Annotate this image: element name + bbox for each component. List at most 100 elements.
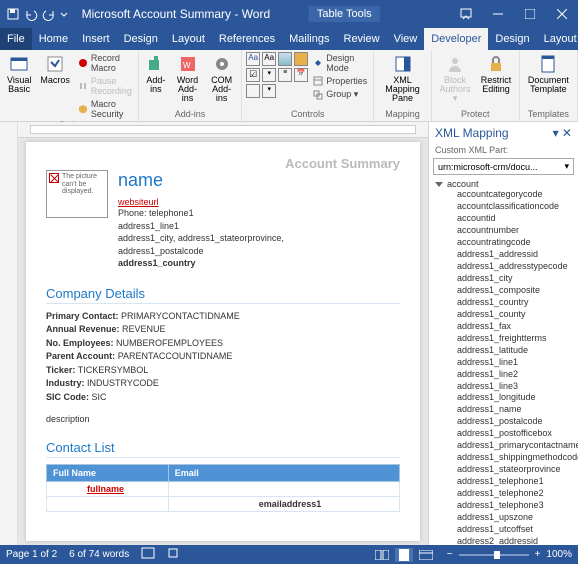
- group-button[interactable]: Group ▾: [311, 88, 369, 101]
- word-addins-button[interactable]: WWord Add-ins: [172, 52, 203, 105]
- tab-insert[interactable]: Insert: [75, 28, 117, 50]
- website-field[interactable]: websiteurl: [118, 197, 400, 207]
- tree-item[interactable]: address1_latitude: [435, 345, 578, 357]
- address-country[interactable]: address1_country: [118, 257, 400, 270]
- detail-row[interactable]: SIC Code: SIC: [46, 391, 400, 405]
- document-page[interactable]: Account Summary The picture can't be dis…: [26, 142, 420, 541]
- pane-dropdown-icon[interactable]: ▾ ✕: [553, 126, 572, 140]
- tree-item[interactable]: accountclassificationcode: [435, 201, 578, 213]
- detail-row[interactable]: Parent Account: PARENTACCOUNTIDNAME: [46, 350, 400, 364]
- tree-item[interactable]: address1_name: [435, 404, 578, 416]
- tab-table-layout[interactable]: Layout: [537, 28, 578, 50]
- tree-item[interactable]: address1_county: [435, 309, 578, 321]
- zoom-slider[interactable]: [459, 554, 529, 556]
- tree-item[interactable]: accountid: [435, 213, 578, 225]
- tree-item[interactable]: accountcategorycode: [435, 189, 578, 201]
- tree-item[interactable]: address1_country: [435, 297, 578, 309]
- control-richtext-icon[interactable]: Aa: [246, 52, 260, 66]
- restrict-editing-button[interactable]: Restrict Editing: [477, 52, 515, 105]
- tab-file[interactable]: File: [0, 28, 32, 50]
- control-checkbox-icon[interactable]: ☑: [246, 68, 260, 82]
- tree-item[interactable]: address2_addressid: [435, 536, 578, 545]
- page-indicator[interactable]: Page 1 of 2: [6, 549, 57, 560]
- xml-part-select[interactable]: urn:microsoft-crm/docu...▾: [433, 158, 574, 175]
- tab-mailings[interactable]: Mailings: [282, 28, 336, 50]
- record-macro-button[interactable]: Record Macro: [76, 52, 134, 74]
- tree-root[interactable]: account: [435, 179, 578, 189]
- fullname-cell[interactable]: fullname: [47, 482, 169, 497]
- detail-row[interactable]: Primary Contact: PRIMARYCONTACTIDNAME: [46, 310, 400, 324]
- print-layout-icon[interactable]: [395, 548, 413, 562]
- tab-home[interactable]: Home: [32, 28, 75, 50]
- tab-design[interactable]: Design: [117, 28, 165, 50]
- tree-item[interactable]: address1_city: [435, 273, 578, 285]
- minimize-icon[interactable]: [482, 0, 514, 28]
- description-field[interactable]: description: [46, 414, 400, 424]
- close-icon[interactable]: [546, 0, 578, 28]
- ribbon-options-icon[interactable]: [450, 0, 482, 28]
- empty-cell[interactable]: [168, 482, 399, 497]
- address-line2[interactable]: address1_city, address1_stateorprovince,: [118, 232, 400, 245]
- block-authors-button[interactable]: Block Authors ▾: [436, 52, 474, 105]
- tree-item[interactable]: address1_postofficebox: [435, 428, 578, 440]
- tab-layout[interactable]: Layout: [165, 28, 212, 50]
- email-cell[interactable]: emailaddress1: [168, 497, 399, 512]
- control-buildingblock-icon[interactable]: [294, 52, 308, 66]
- address-line3[interactable]: address1_postalcode: [118, 245, 400, 258]
- detail-row[interactable]: Ticker: TICKERSYMBOL: [46, 364, 400, 378]
- tree-item[interactable]: address1_addresstypecode: [435, 261, 578, 273]
- control-legacy-icon[interactable]: ▾: [262, 84, 276, 98]
- tree-item[interactable]: address1_telephone3: [435, 500, 578, 512]
- web-layout-icon[interactable]: [417, 548, 435, 562]
- detail-row[interactable]: No. Employees: NUMBEROFEMPLOYEES: [46, 337, 400, 351]
- document-template-button[interactable]: Document Template: [524, 52, 573, 96]
- xml-mapping-pane-button[interactable]: XML Mapping Pane: [378, 52, 427, 105]
- macro-security-button[interactable]: Macro Security: [76, 98, 134, 120]
- pause-recording-button[interactable]: Pause Recording: [76, 75, 134, 97]
- tree-item[interactable]: address1_freightterms: [435, 333, 578, 345]
- tab-table-design[interactable]: Design: [488, 28, 536, 50]
- tree-item[interactable]: address1_line2: [435, 369, 578, 381]
- visual-basic-button[interactable]: Visual Basic: [4, 52, 34, 120]
- save-icon[interactable]: [6, 7, 20, 21]
- maximize-icon[interactable]: [514, 0, 546, 28]
- macros-button[interactable]: Macros: [37, 52, 73, 120]
- tree-item[interactable]: accountratingcode: [435, 237, 578, 249]
- tab-view[interactable]: View: [387, 28, 425, 50]
- contact-table[interactable]: Full NameEmail fullname emailaddress1: [46, 464, 400, 512]
- control-datepicker-icon[interactable]: 📅: [294, 68, 308, 82]
- tree-item[interactable]: address1_postalcode: [435, 416, 578, 428]
- tree-item[interactable]: address1_longitude: [435, 392, 578, 404]
- tree-item[interactable]: accountnumber: [435, 225, 578, 237]
- design-mode-button[interactable]: Design Mode: [311, 52, 369, 74]
- detail-row[interactable]: Industry: INDUSTRYCODE: [46, 377, 400, 391]
- tab-review[interactable]: Review: [337, 28, 387, 50]
- read-mode-icon[interactable]: [373, 548, 391, 562]
- macro-indicator-icon[interactable]: [167, 547, 179, 562]
- empty-cell[interactable]: [47, 497, 169, 512]
- control-dropdown-icon[interactable]: ≡: [278, 68, 292, 82]
- detail-row[interactable]: Annual Revenue: REVENUE: [46, 323, 400, 337]
- tree-item[interactable]: address1_utcoffset: [435, 524, 578, 536]
- tree-item[interactable]: address1_shippingmethodcode: [435, 452, 578, 464]
- xml-tree[interactable]: account accountcategorycodeaccountclassi…: [429, 179, 578, 545]
- redo-icon[interactable]: [42, 7, 56, 21]
- tree-item[interactable]: address1_composite: [435, 285, 578, 297]
- undo-icon[interactable]: [24, 7, 38, 21]
- qat-dropdown-icon[interactable]: [60, 7, 68, 21]
- control-combobox-icon[interactable]: ▾: [262, 68, 276, 82]
- image-placeholder[interactable]: The picture can't be displayed.: [46, 170, 108, 218]
- addins-button[interactable]: Add- ins: [143, 52, 169, 105]
- tree-item[interactable]: address1_telephone2: [435, 488, 578, 500]
- com-addins-button[interactable]: COM Add-ins: [206, 52, 237, 105]
- zoom-in-button[interactable]: +: [535, 549, 541, 560]
- tree-item[interactable]: address1_addressid: [435, 249, 578, 261]
- address-line1[interactable]: address1_line1: [118, 220, 400, 233]
- spellcheck-icon[interactable]: [141, 547, 155, 562]
- phone-line[interactable]: Phone: telephone1: [118, 207, 400, 220]
- tree-item[interactable]: address1_fax: [435, 321, 578, 333]
- zoom-level[interactable]: 100%: [546, 549, 572, 560]
- account-name-field[interactable]: name: [118, 170, 400, 191]
- zoom-out-button[interactable]: −: [447, 549, 453, 560]
- tree-item[interactable]: address1_upszone: [435, 512, 578, 524]
